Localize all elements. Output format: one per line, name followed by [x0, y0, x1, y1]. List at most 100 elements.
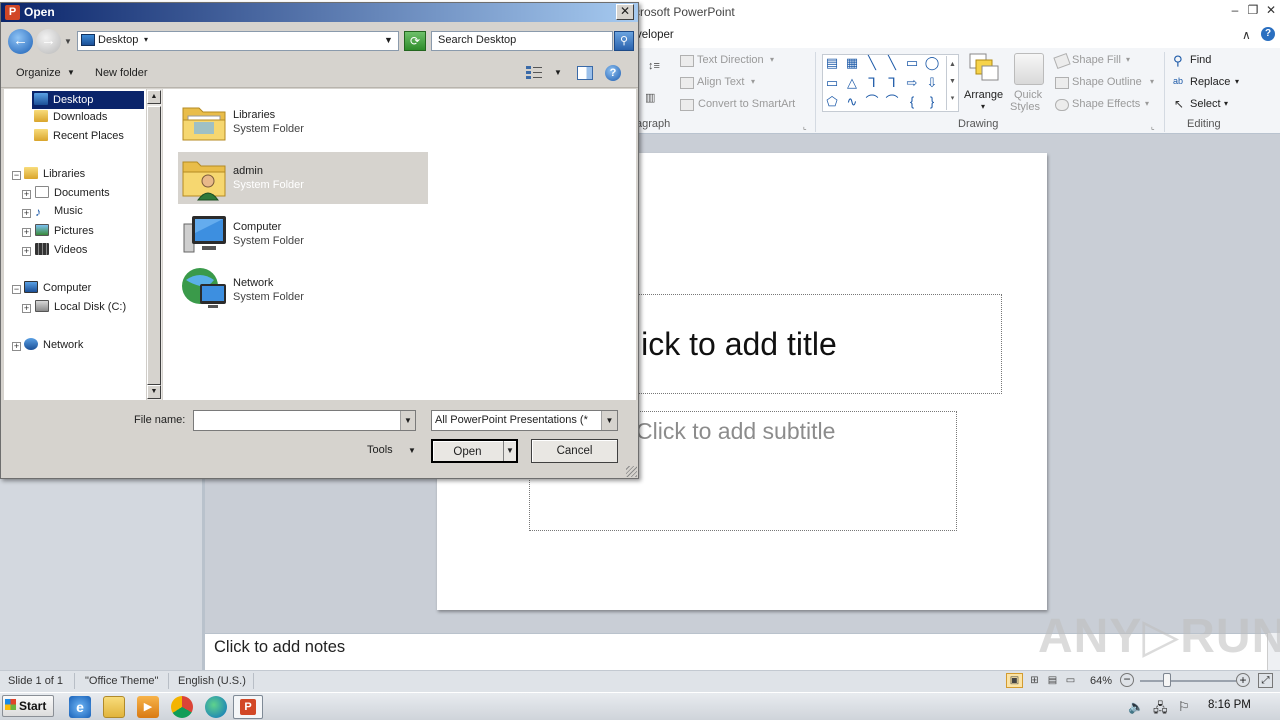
preview-pane-icon[interactable]	[577, 66, 593, 80]
rectangle-shape[interactable]: ▭	[904, 55, 920, 71]
action-center-flag-icon[interactable]: ⚐	[1178, 699, 1190, 715]
change-view-icon[interactable]	[526, 66, 542, 79]
notes-placeholder[interactable]: Click to add notes	[214, 638, 345, 657]
zoom-in-icon[interactable]: +	[1236, 673, 1250, 687]
cancel-button[interactable]: Cancel	[531, 439, 618, 463]
nav-item-videos[interactable]: Videos	[35, 243, 87, 261]
arc-shape[interactable]: ⌒	[864, 94, 880, 110]
find-button[interactable]: Find	[1190, 54, 1211, 66]
slide-sorter-icon[interactable]: ⊞	[1026, 673, 1043, 688]
nav-item-recent-places[interactable]: Recent Places	[34, 129, 124, 147]
nav-item-downloads[interactable]: Downloads	[34, 110, 107, 128]
collapse-libraries-icon[interactable]: −	[12, 171, 21, 180]
address-breadcrumb-desktop[interactable]: Desktop	[98, 34, 138, 46]
right-arrow-shape[interactable]: ⇨	[904, 75, 920, 91]
open-button[interactable]: Open	[431, 439, 518, 463]
nav-item-desktop[interactable]: Desktop	[32, 91, 144, 109]
refresh-button[interactable]: ⟳	[404, 31, 426, 51]
shape-fill-button[interactable]: Shape Fill	[1072, 54, 1121, 66]
expand-network-icon[interactable]: +	[12, 342, 21, 351]
text-direction-button[interactable]: Text Direction	[697, 54, 764, 66]
align-text-button[interactable]: Align Text	[697, 76, 745, 88]
file-explorer-icon[interactable]	[103, 696, 125, 718]
vertical-textbox-shape[interactable]: ▦	[844, 55, 860, 71]
shape-outline-button[interactable]: Shape Outline	[1072, 76, 1142, 88]
help-icon[interactable]: ?	[605, 65, 621, 81]
expand-pictures-icon[interactable]: +	[22, 228, 31, 237]
shape-effects-button[interactable]: Shape Effects	[1072, 98, 1140, 110]
file-name-dropdown[interactable]: ▼	[400, 411, 415, 430]
minimize-button[interactable]: –	[1226, 2, 1244, 18]
expand-local-disk-icon[interactable]: +	[22, 304, 31, 313]
views-dropdown-icon[interactable]: ▼	[554, 68, 562, 77]
tools-button[interactable]: Tools	[367, 444, 393, 456]
collapse-computer-icon[interactable]: −	[12, 285, 21, 294]
language-indicator[interactable]: English (U.S.)	[178, 675, 246, 687]
slideshow-icon[interactable]: ▭	[1062, 673, 1079, 688]
close-button[interactable]: ✕	[1262, 2, 1280, 18]
rounded-rectangle-shape[interactable]: ▭	[824, 75, 840, 91]
help-icon[interactable]: ?	[1261, 27, 1275, 41]
normal-view-icon[interactable]: ▣	[1006, 673, 1023, 688]
nav-item-libraries[interactable]: Libraries	[24, 167, 85, 185]
textbox-shape[interactable]: ▤	[824, 55, 840, 71]
freeform-shape[interactable]: ⬠	[824, 94, 840, 110]
expand-videos-icon[interactable]: +	[22, 247, 31, 256]
scribble-shape[interactable]: ∿	[844, 94, 860, 110]
dialog-launcher-icon[interactable]: ⌞	[803, 122, 807, 131]
replace-button[interactable]: Replace	[1190, 76, 1230, 88]
search-icon[interactable]: ⚲	[614, 31, 634, 51]
file-type-dropdown-icon[interactable]: ▼	[601, 411, 617, 430]
dialog-close-button[interactable]: ✕	[616, 4, 634, 20]
scroll-down-button[interactable]: ▼	[147, 385, 161, 399]
select-button[interactable]: Select	[1190, 98, 1221, 110]
scroll-thumb[interactable]	[147, 106, 161, 385]
nav-item-local-disk[interactable]: Local Disk (C:)	[35, 300, 126, 318]
nav-item-network[interactable]: Network	[24, 338, 83, 356]
edge-icon[interactable]	[205, 696, 227, 718]
open-options-dropdown-icon[interactable]: ▼	[506, 446, 514, 455]
back-button[interactable]: ←	[8, 29, 33, 54]
scroll-up-button[interactable]: ▲	[147, 90, 161, 104]
zoom-slider-thumb[interactable]	[1163, 673, 1171, 687]
file-name-input[interactable]	[193, 410, 416, 431]
columns-icon[interactable]: ▥	[645, 91, 655, 104]
convert-to-smartart-button[interactable]: Convert to SmartArt	[698, 98, 795, 110]
dialog-titlebar[interactable]	[1, 3, 638, 22]
gallery-scroll-icon[interactable]: ▲ ▼ ▾	[946, 56, 958, 110]
title-placeholder-text[interactable]: lick to add title	[634, 326, 837, 363]
zoom-level[interactable]: 64%	[1090, 675, 1112, 687]
right-brace-shape[interactable]: }	[924, 94, 940, 110]
subtitle-placeholder-text[interactable]: Click to add subtitle	[636, 418, 835, 445]
recent-locations-dropdown[interactable]: ▼	[64, 37, 72, 46]
curve-shape[interactable]: ⌒	[884, 94, 900, 110]
nav-item-documents[interactable]: Documents	[35, 186, 110, 204]
taskbar-clock[interactable]: 8:16 PM	[1208, 699, 1251, 711]
organize-button[interactable]: Organize	[16, 67, 61, 79]
zoom-out-icon[interactable]: −	[1120, 673, 1134, 687]
breadcrumb-chevron-icon[interactable]: ▾	[144, 35, 148, 44]
chrome-icon[interactable]	[171, 696, 193, 718]
nav-item-computer[interactable]: Computer	[24, 281, 91, 299]
collapse-ribbon-icon[interactable]: ∧	[1242, 28, 1251, 42]
zoom-slider-track[interactable]	[1140, 680, 1236, 682]
line-shape[interactable]: ╲	[864, 55, 880, 71]
media-player-icon[interactable]: ▶	[137, 696, 159, 718]
dialog-launcher-icon[interactable]: ⌞	[1151, 122, 1155, 131]
theme-name[interactable]: "Office Theme"	[85, 675, 158, 687]
network-tray-icon[interactable]: 🖧	[1153, 699, 1168, 720]
reading-view-icon[interactable]: ▤	[1044, 673, 1061, 688]
elbow-connector-shape[interactable]: ⅂	[864, 75, 880, 91]
expand-documents-icon[interactable]: +	[22, 190, 31, 199]
new-folder-button[interactable]: New folder	[95, 67, 148, 79]
oval-shape[interactable]: ◯	[924, 55, 940, 71]
triangle-shape[interactable]: △	[844, 75, 860, 91]
tab-developer[interactable]: veloper	[636, 29, 674, 41]
elbow-arrow-shape[interactable]: ⅂	[884, 75, 900, 91]
expand-music-icon[interactable]: +	[22, 209, 31, 218]
file-type-value[interactable]: All PowerPoint Presentations (*	[435, 414, 600, 426]
quick-styles-button[interactable]: Quick	[1014, 89, 1042, 101]
forward-button[interactable]: →	[36, 29, 61, 54]
address-history-dropdown[interactable]: ▼	[384, 35, 393, 45]
left-brace-shape[interactable]: {	[904, 94, 920, 110]
